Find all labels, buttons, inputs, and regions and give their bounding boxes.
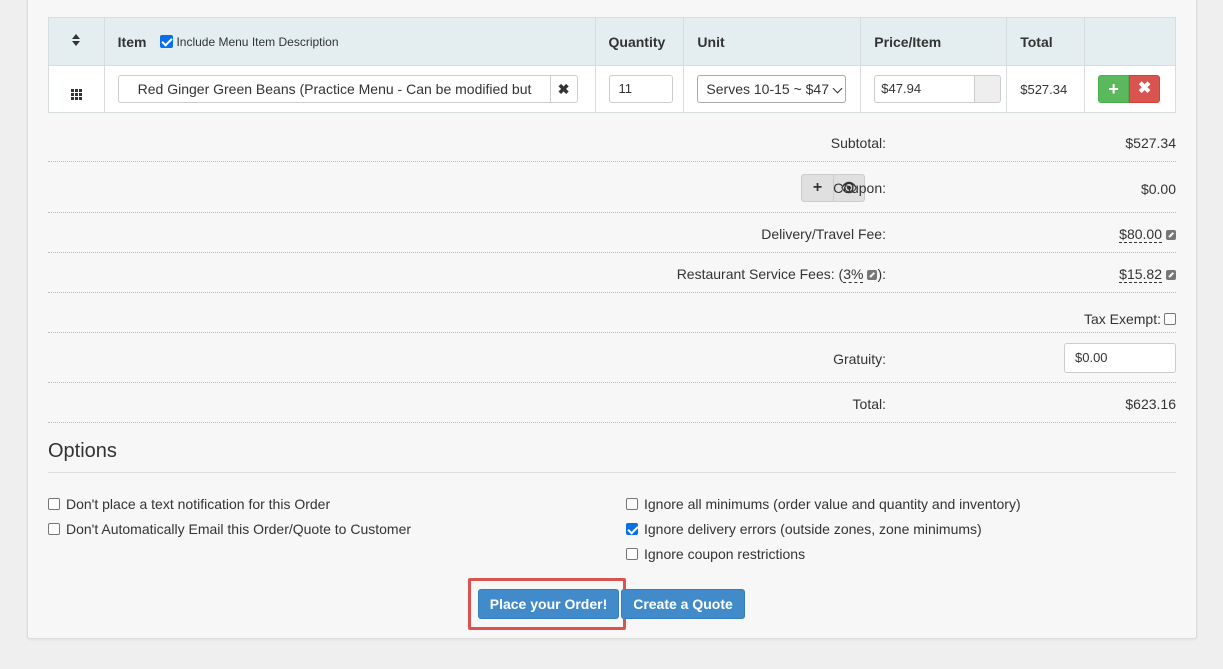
actions-header	[1084, 17, 1176, 66]
no-auto-email-checkbox[interactable]	[48, 523, 60, 535]
service-fees-value-wrap: $15.82	[1119, 266, 1176, 283]
service-fees-label-suffix: ):	[877, 266, 886, 282]
close-icon: ✖	[1137, 80, 1152, 97]
clear-item-button[interactable]: ✖	[549, 75, 578, 103]
row-total: $527.34	[1006, 65, 1086, 113]
quantity-header: Quantity	[594, 17, 685, 66]
plus-icon: +	[1108, 79, 1119, 99]
table-header-row: Item Include Menu Item Description Quant…	[48, 17, 1176, 66]
tax-exempt-label: Tax Exempt:	[1083, 311, 1161, 327]
edit-icon[interactable]	[867, 270, 878, 280]
subtotal-label: Subtotal:	[830, 135, 886, 151]
item-input[interactable]: Red Ginger Green Beans (Practice Menu - …	[117, 75, 550, 103]
coupon-row: Coupon: $0.00	[48, 162, 1176, 213]
subtotal-value: $527.34	[1125, 135, 1176, 151]
service-fee-percent-link[interactable]: 3%	[843, 266, 864, 283]
tax-exempt-toggle[interactable]: Tax Exempt:	[1084, 311, 1176, 327]
item-header-label: Item	[117, 33, 147, 50]
tax-exempt-checkbox[interactable]	[1164, 313, 1176, 325]
include-description-toggle[interactable]: Include Menu Item Description	[160, 34, 339, 49]
service-fees-link[interactable]: $15.82	[1119, 266, 1162, 283]
drag-grid-icon[interactable]	[70, 88, 82, 100]
total-row: Total: $623.16	[48, 383, 1176, 423]
ignore-delivery-errors-checkbox[interactable]	[626, 523, 638, 535]
service-fees-row: Restaurant Service Fees: (3%): $15.82	[48, 253, 1176, 293]
coupon-value: $0.00	[1140, 181, 1176, 197]
delivery-fee-label: Delivery/Travel Fee:	[761, 226, 886, 242]
option-ignore-delivery-errors[interactable]: Ignore delivery errors (outside zones, z…	[626, 521, 982, 537]
place-order-button[interactable]: Place your Order!	[478, 589, 619, 619]
subtotal-row: Subtotal: $527.34	[48, 122, 1176, 162]
delivery-fee-value-wrap: $80.00	[1119, 226, 1176, 243]
drag-handle[interactable]	[48, 65, 105, 113]
gratuity-label: Gratuity:	[833, 351, 886, 367]
edit-icon[interactable]	[1166, 230, 1176, 240]
include-description-checkbox[interactable]	[160, 35, 174, 48]
option-no-text-notification[interactable]: Don't place a text notification for this…	[48, 496, 330, 512]
gratuity-row: Gratuity: $0.00	[48, 333, 1176, 383]
delivery-fee-link[interactable]: $80.00	[1119, 226, 1162, 243]
add-row-button[interactable]: +	[1098, 75, 1130, 103]
service-fees-label: Restaurant Service Fees: (3%):	[676, 266, 886, 283]
option-ignore-minimums[interactable]: Ignore all minimums (order value and qua…	[626, 496, 1021, 512]
unit-select[interactable]: Serves 10-15 ~ $47	[697, 75, 847, 103]
service-fees-label-prefix: Restaurant Service Fees: (	[676, 266, 844, 282]
option-label: Don't place a text notification for this…	[66, 496, 331, 512]
tax-exempt-row: Tax Exempt:	[48, 293, 1176, 333]
item-header: Item Include Menu Item Description	[103, 17, 596, 66]
quantity-input[interactable]: 11	[608, 75, 673, 103]
total-value: $623.16	[1125, 396, 1176, 412]
option-ignore-coupon-restrictions[interactable]: Ignore coupon restrictions	[626, 546, 805, 562]
order-items-table: Item Include Menu Item Description Quant…	[48, 17, 1176, 113]
delivery-fee-row: Delivery/Travel Fee: $80.00	[48, 213, 1176, 253]
edit-icon[interactable]	[1166, 270, 1176, 280]
chevron-down-icon	[832, 83, 843, 94]
unit-select-value: Serves 10-15 ~ $47	[706, 81, 829, 97]
option-label: Don't Automatically Email this Order/Quo…	[66, 521, 412, 537]
price-addon	[974, 75, 1002, 103]
total-header: Total	[1006, 17, 1086, 66]
price-input[interactable]: $47.94	[874, 75, 975, 103]
option-label: Ignore all minimums (order value and qua…	[644, 496, 1021, 512]
gratuity-input[interactable]: $0.00	[1064, 343, 1176, 373]
option-no-auto-email[interactable]: Don't Automatically Email this Order/Quo…	[48, 521, 411, 537]
sort-icon[interactable]	[71, 33, 81, 47]
option-label: Ignore coupon restrictions	[644, 546, 806, 562]
unit-header: Unit	[683, 17, 862, 66]
coupon-label: Coupon:	[833, 180, 886, 196]
option-label: Ignore delivery errors (outside zones, z…	[644, 521, 982, 537]
ignore-coupon-restrictions-checkbox[interactable]	[626, 548, 638, 560]
delete-row-button[interactable]: ✖	[1129, 75, 1161, 103]
create-quote-button[interactable]: Create a Quote	[621, 589, 745, 619]
sort-header[interactable]	[48, 17, 105, 66]
options-divider	[48, 472, 1176, 473]
total-label: Total:	[852, 396, 886, 412]
table-row: Red Ginger Green Beans (Practice Menu - …	[48, 65, 1176, 113]
close-icon: ✖	[557, 80, 570, 97]
price-header: Price/Item	[860, 17, 1008, 66]
include-description-label: Include Menu Item Description	[176, 34, 339, 49]
options-heading: Options	[48, 440, 117, 462]
no-text-notification-checkbox[interactable]	[48, 498, 60, 510]
ignore-minimums-checkbox[interactable]	[626, 498, 638, 510]
